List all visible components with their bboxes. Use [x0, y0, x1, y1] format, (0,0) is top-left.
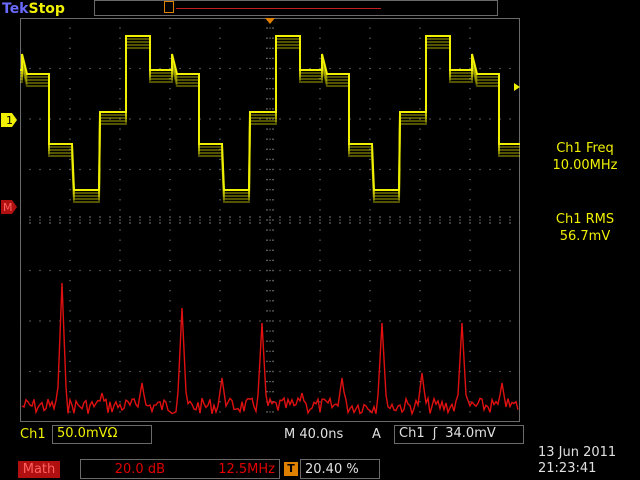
- rising-edge-icon: ʃ: [432, 426, 438, 441]
- trigger-position-marker-icon[interactable]: [164, 1, 174, 13]
- measurement-ch1-freq[interactable]: Ch1 Freq 10.00MHz: [530, 140, 640, 174]
- measurement-value: 56.7mV: [559, 229, 611, 244]
- math-label[interactable]: Math: [18, 461, 60, 478]
- graticule: [20, 18, 520, 422]
- math-readout[interactable]: 20.0 dB 12.5MHz: [80, 459, 280, 479]
- math-scale: 20.0 dB: [114, 462, 165, 477]
- waveform-display[interactable]: [20, 18, 520, 422]
- record-view-line: [176, 8, 381, 9]
- math-marker-icon[interactable]: M: [0, 199, 20, 215]
- date-readout: 13 Jun 2011: [538, 445, 617, 460]
- trigger-level: 34.0mV: [445, 426, 496, 441]
- trigger-position-icon: T: [284, 462, 298, 476]
- math-fft-waveform: [21, 282, 519, 417]
- ch1-waveform: [20, 35, 520, 203]
- trigger-readout[interactable]: Ch1 ʃ 34.0mV: [394, 425, 524, 444]
- timebase-readout[interactable]: M 40.0ns: [284, 427, 343, 443]
- measurement-label: Ch1 Freq: [556, 141, 614, 156]
- measurement-value: 10.00MHz: [552, 158, 618, 173]
- ch1-scale-readout[interactable]: 50.0mVΩ: [52, 425, 152, 444]
- brand-logo: Tek: [2, 1, 29, 17]
- trigger-source: Ch1: [399, 426, 425, 441]
- ch1-marker-text: 1: [6, 114, 13, 127]
- ch1-label[interactable]: Ch1: [20, 427, 46, 443]
- run-state[interactable]: Stop: [29, 1, 65, 17]
- trigger-time-marker-icon[interactable]: [265, 18, 275, 24]
- time-readout: 21:23:41: [538, 461, 597, 476]
- math-marker-text: M: [3, 201, 13, 214]
- trigger-mode[interactable]: A: [372, 427, 381, 443]
- math-span: 12.5MHz: [218, 462, 275, 477]
- run-status: TekStop: [2, 1, 65, 17]
- ch1-marker-icon[interactable]: 1: [0, 112, 20, 128]
- measurement-label: Ch1 RMS: [555, 212, 615, 227]
- timebase-value: 40.0ns: [299, 427, 344, 442]
- measurement-ch1-rms[interactable]: Ch1 RMS 56.7mV: [530, 211, 640, 245]
- timebase-prefix: M: [284, 427, 296, 442]
- trigger-position-readout[interactable]: 20.40 %: [300, 459, 380, 479]
